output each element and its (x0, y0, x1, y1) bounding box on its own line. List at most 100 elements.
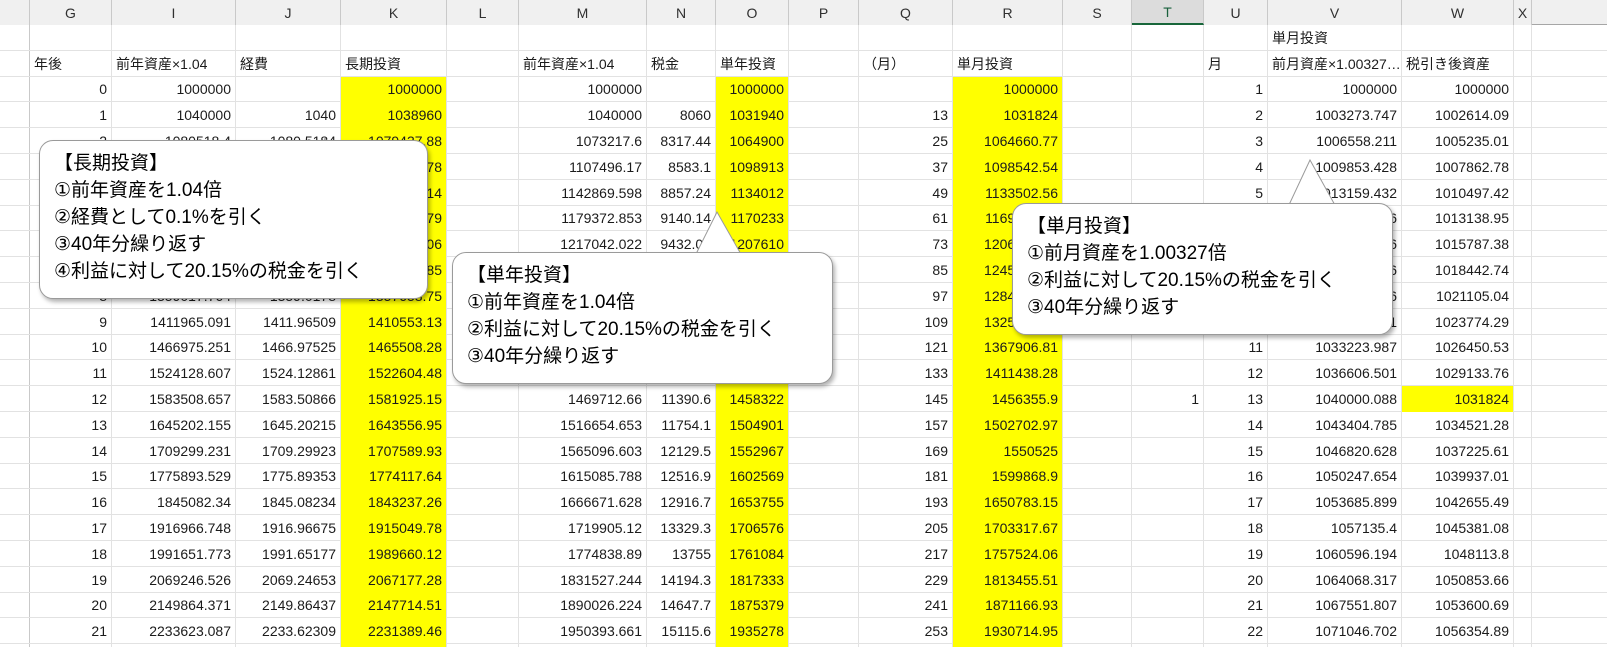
cell-g[interactable]: 13 (30, 411, 112, 438)
cell-i[interactable]: 1645202.155 (112, 411, 236, 438)
cell-s[interactable] (1063, 360, 1132, 387)
cell-v[interactable]: 1040000.088 (1268, 386, 1402, 412)
cell-q[interactable]: 229 (859, 566, 953, 593)
cell-n[interactable]: 8857.24 (647, 179, 716, 206)
cell-i[interactable]: 1466975.251 (112, 334, 236, 361)
empty-cell[interactable] (1402, 25, 1514, 51)
cell-v[interactable]: 1046820.628 (1268, 437, 1402, 464)
cell-r[interactable]: 1871166.93 (953, 592, 1063, 619)
cell-w[interactable]: 1037225.61 (1402, 437, 1514, 464)
column-header-l[interactable]: L (447, 0, 519, 25)
cell-r[interactable]: 1133502.56 (953, 179, 1063, 206)
cell-m[interactable]: 1107496.17 (519, 153, 647, 180)
cell-x[interactable] (1514, 308, 1532, 335)
empty-cell[interactable] (1514, 25, 1532, 51)
cell-p[interactable] (789, 540, 859, 567)
cell-o[interactable]: 1602569 (716, 463, 789, 490)
column-header-g[interactable]: G (30, 0, 112, 25)
header-cell-w[interactable]: 税引き後資産 (1402, 50, 1514, 77)
cell-j[interactable]: 1524.12861 (236, 360, 341, 387)
cell-s[interactable] (1063, 411, 1132, 438)
cell-o[interactable]: 1098913 (716, 153, 789, 180)
cell-p[interactable] (789, 463, 859, 490)
empty-cell[interactable] (112, 25, 236, 51)
cell-q[interactable]: 205 (859, 515, 953, 541)
cell-w[interactable]: 1045381.08 (1402, 515, 1514, 541)
empty-cell[interactable] (1204, 25, 1268, 51)
column-header-j[interactable]: J (236, 0, 341, 25)
empty-cell[interactable] (1514, 50, 1532, 77)
cell-i[interactable]: 1411965.091 (112, 308, 236, 335)
cell-x[interactable] (1514, 489, 1532, 516)
cell-m[interactable]: 1831527.244 (519, 566, 647, 593)
cell-g[interactable]: 9 (30, 308, 112, 335)
cell-i[interactable]: 2233623.087 (112, 618, 236, 645)
cell-j[interactable]: 2069.24653 (236, 566, 341, 593)
cell-t[interactable] (1132, 153, 1204, 180)
cell-n[interactable]: 12916.7 (647, 489, 716, 516)
cell-m[interactable]: 1774838.89 (519, 540, 647, 567)
cell-v[interactable]: 1013159.432 (1268, 179, 1402, 206)
cell-x[interactable] (1514, 179, 1532, 206)
cell-x[interactable] (1514, 592, 1532, 619)
cell-q[interactable]: 241 (859, 592, 953, 619)
cell-i[interactable]: 1775893.529 (112, 463, 236, 490)
cell-t[interactable] (1132, 540, 1204, 567)
cell-u[interactable]: 22 (1204, 618, 1268, 645)
cell-v[interactable]: 1033223.987 (1268, 334, 1402, 361)
cell-l[interactable] (447, 76, 519, 103)
cell-m[interactable]: 1516654.653 (519, 411, 647, 438)
cell-t[interactable] (1132, 489, 1204, 516)
cell-i[interactable]: 1524128.607 (112, 360, 236, 387)
cell-u[interactable]: 1 (1204, 76, 1268, 103)
cell-t[interactable] (1132, 411, 1204, 438)
cell-t[interactable] (1132, 179, 1204, 206)
cell-j[interactable]: 2233.62309 (236, 618, 341, 645)
header-cell-j[interactable]: 経費 (236, 50, 341, 77)
cell-k[interactable]: 1465508.28 (341, 334, 447, 361)
cell-p[interactable] (789, 618, 859, 645)
cell-x[interactable] (1514, 411, 1532, 438)
cell-q[interactable]: 169 (859, 437, 953, 464)
cell-q[interactable]: 253 (859, 618, 953, 645)
cell-r[interactable]: 1757524.06 (953, 540, 1063, 567)
cell-j[interactable]: 1709.29923 (236, 437, 341, 464)
cell-w[interactable]: 1056354.89 (1402, 618, 1514, 645)
empty-cell[interactable] (1132, 25, 1204, 51)
cell-j[interactable]: 1916.96675 (236, 515, 341, 541)
cell-t[interactable] (1132, 360, 1204, 387)
cell-n[interactable]: 11754.1 (647, 411, 716, 438)
cell-v[interactable]: 1036606.501 (1268, 360, 1402, 387)
header-cell-m[interactable]: 前年資産×1.04 (519, 50, 647, 77)
cell-s[interactable] (1063, 76, 1132, 103)
cell-l[interactable] (447, 489, 519, 516)
empty-cell[interactable] (341, 25, 447, 51)
cell-g[interactable]: 10 (30, 334, 112, 361)
cell-t[interactable]: 1 (1132, 386, 1204, 412)
empty-cell[interactable] (789, 25, 859, 51)
cell-w[interactable]: 1034521.28 (1402, 411, 1514, 438)
cell-r[interactable]: 1813455.51 (953, 566, 1063, 593)
cell-s[interactable] (1063, 566, 1132, 593)
cell-l[interactable] (447, 179, 519, 206)
column-header-x[interactable]: X (1514, 0, 1532, 25)
cell-i[interactable]: 1991651.773 (112, 540, 236, 567)
cell-u[interactable]: 3 (1204, 128, 1268, 154)
cell-s[interactable] (1063, 334, 1132, 361)
cell-q[interactable]: 121 (859, 334, 953, 361)
cell-j[interactable]: 1583.50866 (236, 386, 341, 412)
cell-i[interactable]: 1845082.34 (112, 489, 236, 516)
cell-x[interactable] (1514, 360, 1532, 387)
cell-m[interactable]: 1142869.598 (519, 179, 647, 206)
header-cell-v[interactable]: 前月資産×1.00327… (1268, 50, 1402, 77)
cell-r[interactable]: 1930714.95 (953, 618, 1063, 645)
cell-n[interactable]: 13755 (647, 540, 716, 567)
cell-w[interactable]: 1026450.53 (1402, 334, 1514, 361)
cell-l[interactable] (447, 592, 519, 619)
cell-i[interactable]: 2069246.526 (112, 566, 236, 593)
cell-j[interactable]: 1411.96509 (236, 308, 341, 335)
cell-i[interactable]: 1709299.231 (112, 437, 236, 464)
callout-long-term[interactable]: 【長期投資】 ①前年資産を1.04倍 ②経費として0.1%を引く ③40年分繰り… (39, 140, 428, 299)
cell-g[interactable]: 19 (30, 566, 112, 593)
cell-q[interactable]: 13 (859, 102, 953, 129)
